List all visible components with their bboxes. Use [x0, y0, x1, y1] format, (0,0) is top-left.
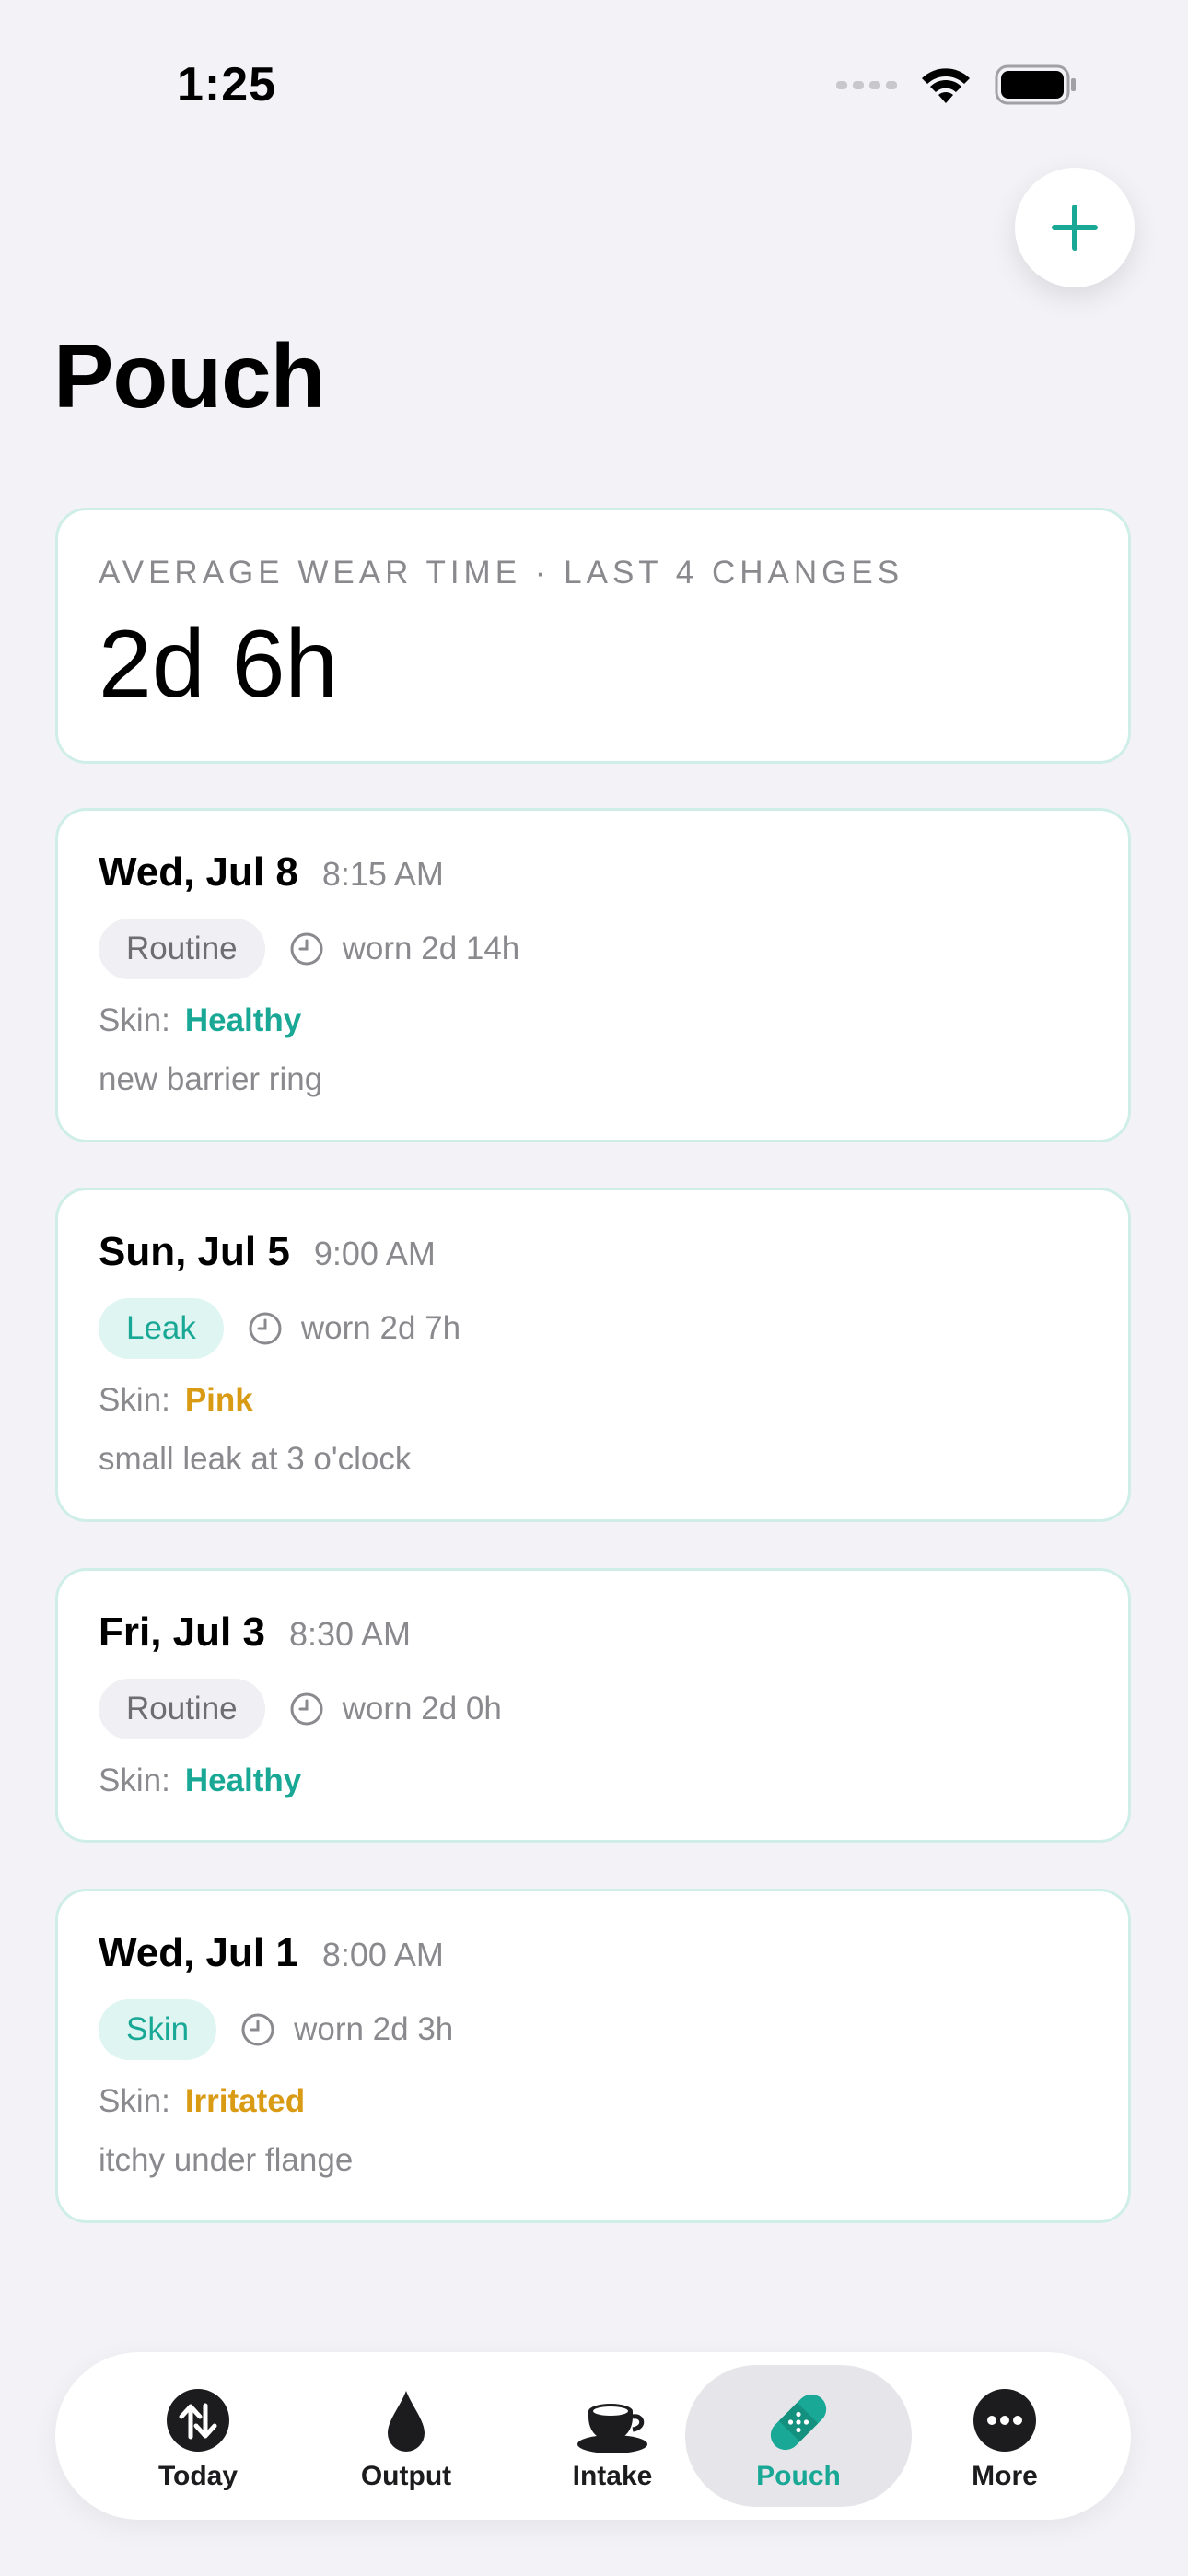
arrows-updown-icon — [167, 2389, 229, 2452]
skin-status: Irritated — [184, 2083, 306, 2119]
change-time: 8:00 AM — [321, 1936, 444, 1973]
change-date: Fri, Jul 3 — [99, 1610, 265, 1655]
change-date: Wed, Jul 1 — [99, 1930, 298, 1975]
change-card[interactable]: Wed, Jul 1 8:00 AM Skin worn 2d 3h Skin:… — [55, 1889, 1131, 2223]
add-change-button[interactable] — [1015, 168, 1135, 287]
tab-label: Output — [360, 2461, 452, 2491]
skin-row: Skin: Healthy — [99, 1002, 301, 1039]
cellular-signal-icon — [836, 81, 897, 89]
change-note: new barrier ring — [99, 1061, 323, 1097]
change-time: 9:00 AM — [313, 1235, 436, 1272]
skin-row: Skin: Irritated — [99, 2083, 305, 2120]
summary-value: 2d 6h — [99, 611, 339, 718]
reason-tag: Routine — [99, 1679, 265, 1739]
change-card[interactable]: Wed, Jul 8 8:15 AM Routine worn 2d 14h S… — [55, 808, 1131, 1142]
skin-row: Skin: Healthy — [99, 1762, 301, 1799]
change-time: 8:15 AM — [321, 855, 444, 893]
cup-icon — [577, 2404, 647, 2453]
skin-label: Skin: — [99, 1002, 170, 1038]
change-note: itchy under flange — [99, 2142, 354, 2178]
change-note: small leak at 3 o'clock — [99, 1441, 412, 1477]
battery-icon — [995, 64, 1076, 105]
tab-label: Pouch — [756, 2461, 841, 2491]
page-title: Pouch — [53, 325, 325, 427]
change-card[interactable]: Fri, Jul 3 8:30 AM Routine worn 2d 0h Sk… — [55, 1568, 1131, 1843]
wifi-icon — [922, 68, 970, 103]
worn-duration: worn 2d 3h — [294, 2011, 454, 2047]
skin-label: Skin: — [99, 1382, 170, 1418]
status-icons — [836, 64, 1077, 105]
worn-duration: worn 2d 0h — [342, 1691, 502, 1727]
change-date: Wed, Jul 8 — [99, 849, 298, 895]
clock-icon — [249, 1312, 282, 1345]
tab-more[interactable]: More — [891, 2365, 1118, 2507]
tab-label: More — [972, 2461, 1038, 2491]
worn-duration: worn 2d 7h — [300, 1310, 461, 1346]
clock-icon — [241, 2013, 274, 2046]
status-time: 1:25 — [177, 58, 277, 111]
skin-status: Healthy — [184, 1762, 302, 1798]
average-wear-card: AVERAGE WEAR TIME · LAST 4 CHANGES 2d 6h — [55, 508, 1131, 764]
skin-row: Skin: Pink — [99, 1382, 253, 1419]
tab-output[interactable]: Output — [293, 2365, 519, 2507]
worn-duration: worn 2d 14h — [342, 931, 520, 966]
drop-icon — [388, 2391, 425, 2452]
bandage-icon — [770, 2394, 827, 2451]
plus-icon — [1052, 205, 1098, 251]
reason-tag: Skin — [99, 1999, 217, 2060]
tab-bar: Today Output Intake Pouch More — [55, 2352, 1131, 2520]
change-time: 8:30 AM — [288, 1615, 412, 1653]
clock-icon — [290, 932, 323, 966]
summary-label: AVERAGE WEAR TIME · LAST 4 CHANGES — [99, 555, 904, 591]
change-date: Sun, Jul 5 — [99, 1229, 290, 1274]
skin-status: Healthy — [184, 1002, 302, 1038]
tab-label: Today — [157, 2461, 239, 2491]
ellipsis-icon — [973, 2389, 1036, 2452]
reason-tag: Routine — [99, 919, 265, 979]
change-card[interactable]: Sun, Jul 5 9:00 AM Leak worn 2d 7h Skin:… — [55, 1188, 1131, 1522]
skin-label: Skin: — [99, 1762, 170, 1798]
skin-status: Pink — [184, 1382, 253, 1418]
tab-today[interactable]: Today — [85, 2365, 311, 2507]
skin-label: Skin: — [99, 2083, 170, 2119]
tab-pouch[interactable]: Pouch — [685, 2365, 912, 2507]
status-bar: 1:25 — [0, 0, 1188, 175]
clock-icon — [290, 1692, 323, 1726]
reason-tag: Leak — [99, 1298, 224, 1359]
